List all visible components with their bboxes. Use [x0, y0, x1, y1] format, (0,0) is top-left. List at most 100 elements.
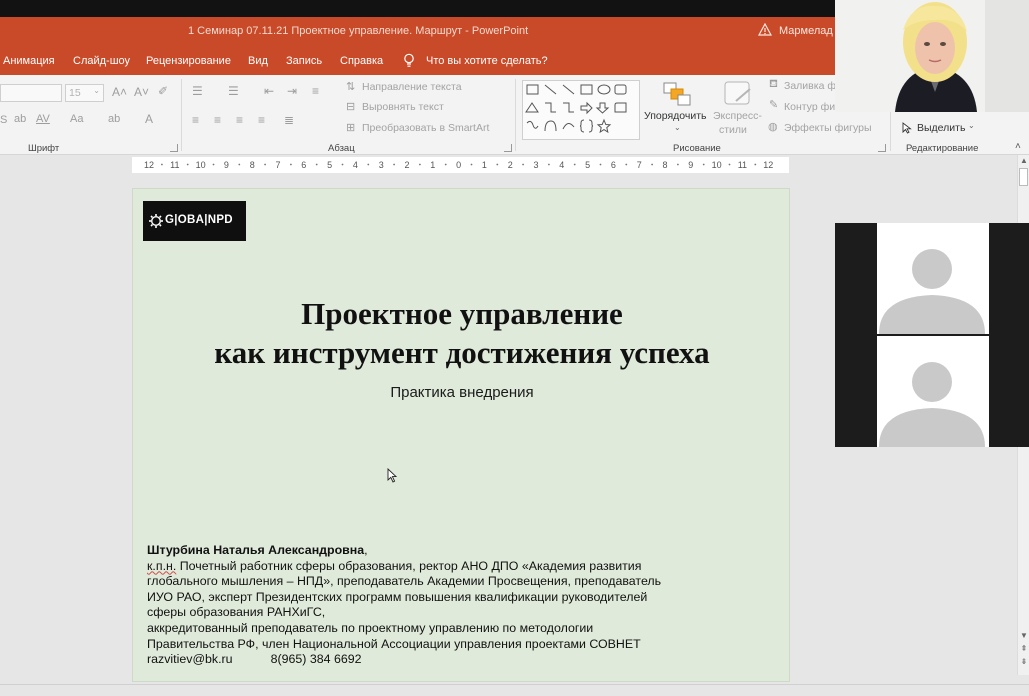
font-name-dropdown[interactable] [0, 84, 62, 102]
author-line-5: аккредитованный преподаватель по проектн… [147, 620, 594, 635]
smartart-icon[interactable]: ⊞ [346, 121, 355, 134]
tab-help[interactable]: Справка [340, 55, 383, 67]
ruler-tick [599, 163, 602, 166]
ruler-tick [315, 163, 318, 166]
ruler-label: 9 [224, 160, 229, 170]
ruler-tick [393, 163, 395, 166]
ruler-label: 12 [144, 160, 154, 170]
slide-title[interactable]: Проектное управление как инструмент дост… [133, 294, 791, 372]
char-spacing-icon[interactable]: ab [14, 113, 26, 125]
scroll-thumb[interactable] [1019, 168, 1028, 186]
shape-effects-icon[interactable]: ◍ [768, 120, 778, 133]
select-button[interactable]: Выделить [917, 122, 965, 134]
ruler-tick [470, 163, 473, 166]
scroll-up-icon[interactable]: ▲ [1020, 156, 1028, 166]
strikethrough-icon[interactable]: S [0, 114, 7, 126]
columns-icon[interactable]: ≣ [284, 113, 294, 127]
logo-text: G|OBA|NPD [165, 214, 233, 226]
ruler-label: 7 [637, 160, 642, 170]
clear-format-icon[interactable]: ✐ [158, 84, 168, 98]
ruler-tick [161, 163, 163, 166]
ruler-label: 11 [738, 160, 747, 170]
font-dialog-launcher[interactable] [170, 144, 178, 152]
chevron-down-icon: ⌄ [93, 86, 100, 95]
ruler-label: 1 [430, 160, 435, 170]
ruler-label: 6 [611, 160, 616, 170]
ruler-tick [728, 163, 731, 166]
line-spacing-icon[interactable]: ≡ [312, 84, 319, 98]
text-direction-button[interactable]: Направление текста [362, 81, 462, 93]
align-right-icon[interactable]: ≡ [236, 113, 243, 127]
author-line-6: Правительства РФ, член Национальной Ассо… [147, 636, 641, 651]
shape-fill-button[interactable]: Заливка фи [784, 80, 842, 92]
ruler-label: 3 [533, 160, 538, 170]
warning-icon[interactable] [758, 23, 772, 36]
chevron-down-icon: ⌄ [674, 123, 681, 132]
ruler-label: 2 [404, 160, 409, 170]
tab-record[interactable]: Запись [286, 55, 322, 67]
shapes-icons [525, 84, 627, 134]
group-separator [181, 79, 182, 151]
ruler-ticks: 12 11 10 9 8 7 6 5 4 3 2 1 0 1 2 3 4 5 6 7 8 9 10 11 12 [144, 160, 773, 170]
drawing-dialog-launcher[interactable] [878, 144, 886, 152]
tab-slideshow[interactable]: Слайд-шоу [73, 55, 130, 67]
shape-outline-button[interactable]: Контур фи [784, 101, 835, 113]
paint-bucket-icon[interactable]: ⛾ [769, 78, 778, 92]
screen: 1 Семинар 07.11.21 Проектное управление.… [0, 0, 1029, 696]
align-center-icon[interactable]: ≡ [214, 113, 221, 127]
quick-styles-button-line2: стили [719, 124, 747, 136]
tab-animations[interactable]: Анимация [3, 55, 55, 67]
ruler-label: 5 [327, 160, 332, 170]
decrease-indent-icon[interactable]: ⇤ [264, 84, 274, 98]
ruler-label: 6 [301, 160, 306, 170]
shape-effects-button[interactable]: Эффекты фигуры [784, 122, 872, 134]
scroll-down-icon[interactable]: ▼ [1020, 631, 1028, 641]
bullets-icon[interactable]: ☰ [192, 84, 203, 98]
author-name: Штурбина Наталья Александровна [147, 543, 365, 557]
highlight-icon[interactable]: ab [108, 113, 120, 125]
numbering-icon[interactable]: ☰ [228, 84, 239, 98]
ruler-tick [677, 163, 679, 166]
participant-tile[interactable] [877, 223, 989, 334]
align-text-icon[interactable]: ⊟ [346, 100, 355, 113]
align-text-button[interactable]: Выровнять текст [362, 101, 444, 113]
slide-subtitle[interactable]: Практика внедрения [133, 384, 791, 401]
prev-slide-icon[interactable]: ⇞ [1020, 644, 1028, 654]
collapse-ribbon-icon[interactable]: ˄ [1015, 141, 1021, 152]
quick-styles-button[interactable]: Экспресс- [713, 110, 762, 122]
increase-indent-icon[interactable]: ⇥ [287, 84, 297, 98]
presenter-video-tile[interactable] [835, 0, 1029, 112]
convert-smartart-button[interactable]: Преобразовать в SmartArt [362, 122, 489, 134]
arrange-button[interactable]: Упорядочить [644, 110, 706, 122]
paragraph-dialog-launcher[interactable] [504, 144, 512, 152]
author-line-2: глобального мышления – НПД», преподавате… [147, 574, 662, 589]
justify-icon[interactable]: ≡ [258, 113, 265, 127]
cursor-select-icon [902, 122, 912, 134]
author-info[interactable]: Штурбина Наталья Александровна, к.п.н. П… [147, 543, 767, 668]
next-slide-icon[interactable]: ⇟ [1020, 657, 1028, 667]
slide-canvas[interactable]: G|OBA|NPD Проектное управление как инстр… [132, 188, 790, 682]
ruler-label: 5 [585, 160, 590, 170]
author-contacts: razvitiev@bk.ru 8(965) 384 6692 [147, 652, 767, 668]
increase-font-icon[interactable]: A˄ [112, 85, 127, 99]
change-case-icon[interactable]: Aa [70, 113, 83, 125]
editing-group-label: Редактирование [906, 143, 979, 154]
shapes-gallery[interactable] [522, 80, 640, 140]
font-size-dropdown[interactable]: 15 ⌄ [65, 84, 104, 102]
tell-me-search[interactable]: Что вы хотите сделать? [426, 55, 548, 67]
font-color-icon[interactable]: A [145, 112, 153, 126]
ruler-tick [625, 163, 628, 166]
participant-tile[interactable] [877, 336, 989, 447]
participants-panel [835, 223, 1029, 447]
align-left-icon[interactable]: ≡ [192, 113, 199, 127]
font-group-label: Шрифт [28, 143, 60, 154]
ruler-label: 10 [196, 160, 206, 170]
char-spacing-av-icon[interactable]: AV [36, 113, 50, 125]
user-name[interactable]: Мармелад [779, 25, 833, 37]
tab-view[interactable]: Вид [248, 55, 268, 67]
tab-review[interactable]: Рецензирование [146, 55, 231, 67]
pen-icon[interactable]: ✎ [769, 98, 778, 111]
text-direction-icon[interactable]: ⇅ [346, 80, 355, 93]
decrease-font-icon[interactable]: A˅ [134, 85, 149, 99]
ruler-tick [702, 163, 705, 166]
